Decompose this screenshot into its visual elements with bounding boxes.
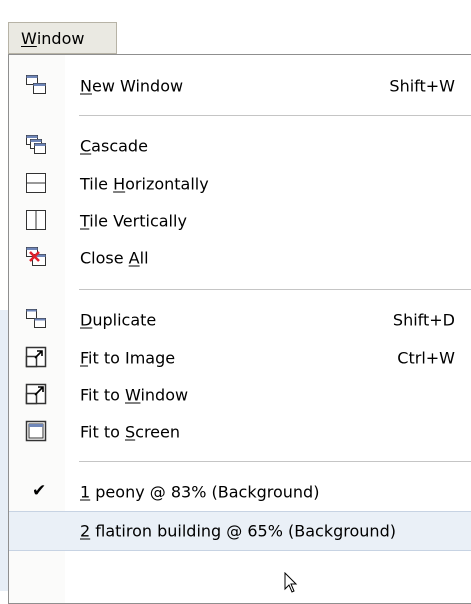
menu-item-label: New Window: [80, 76, 184, 95]
separator: [79, 115, 471, 116]
menu-item-fit-to-image[interactable]: Fit to Image Ctrl+W: [9, 339, 471, 376]
fit-to-image-icon: [25, 346, 47, 368]
menu-item-new-window[interactable]: New Window Shift+W: [9, 67, 471, 104]
menu-item-label: 2 flatiron building @ 65% (Background): [80, 521, 396, 541]
menu-item-tile-horizontally[interactable]: Tile Horizontally: [9, 165, 471, 202]
mouse-cursor-icon: [284, 572, 298, 593]
menu-item-shortcut: Shift+D: [392, 310, 455, 329]
tile-horizontal-icon: [26, 173, 46, 193]
duplicate-icon: [26, 309, 46, 328]
menu-item-label: Cascade: [80, 136, 148, 155]
menu-item-document-2[interactable]: 2 flatiron building @ 65% (Background): [9, 511, 471, 551]
menu-item-close-all[interactable]: Close All: [9, 239, 471, 276]
window-dropdown: New Window Shift+W Cascade Tile Horizont…: [8, 54, 471, 604]
menu-item-label: Tile Horizontally: [80, 174, 209, 193]
menu-item-cascade[interactable]: Cascade: [9, 127, 471, 164]
background-top: [0, 0, 471, 20]
new-window-icon: [26, 75, 46, 94]
separator: [79, 289, 471, 290]
menu-item-fit-to-window[interactable]: Fit to Window: [9, 376, 471, 413]
fit-to-window-icon: [25, 383, 47, 405]
menu-item-label: Duplicate: [80, 310, 157, 329]
menu-item-shortcut: Shift+W: [389, 76, 455, 95]
menu-item-label: Tile Vertically: [80, 211, 187, 230]
cascade-icon: [26, 135, 46, 154]
window-menu[interactable]: Window: [8, 22, 117, 54]
menu-item-label: Fit to Window: [80, 385, 189, 404]
separator: [79, 461, 471, 462]
fit-to-screen-icon: [25, 420, 47, 442]
menu-item-label: 1 peony @ 83% (Background): [80, 482, 320, 501]
window-menu-mnemonic: W: [21, 28, 37, 48]
window-menu-label: indow: [36, 28, 85, 48]
close-all-icon: [26, 247, 46, 266]
menu-item-label: Fit to Image: [80, 348, 176, 367]
menu-item-label: Fit to Screen: [80, 422, 181, 441]
menu-item-label: Close All: [80, 248, 149, 267]
menu-item-tile-vertically[interactable]: Tile Vertically: [9, 202, 471, 239]
menu-item-shortcut: Ctrl+W: [397, 348, 455, 367]
menu-item-fit-to-screen[interactable]: Fit to Screen: [9, 413, 471, 450]
menu-item-document-1[interactable]: ✔ 1 peony @ 83% (Background): [9, 473, 471, 510]
menu-item-duplicate[interactable]: Duplicate Shift+D: [9, 301, 471, 338]
check-icon: ✔: [32, 481, 47, 501]
tile-vertical-icon: [26, 210, 46, 230]
